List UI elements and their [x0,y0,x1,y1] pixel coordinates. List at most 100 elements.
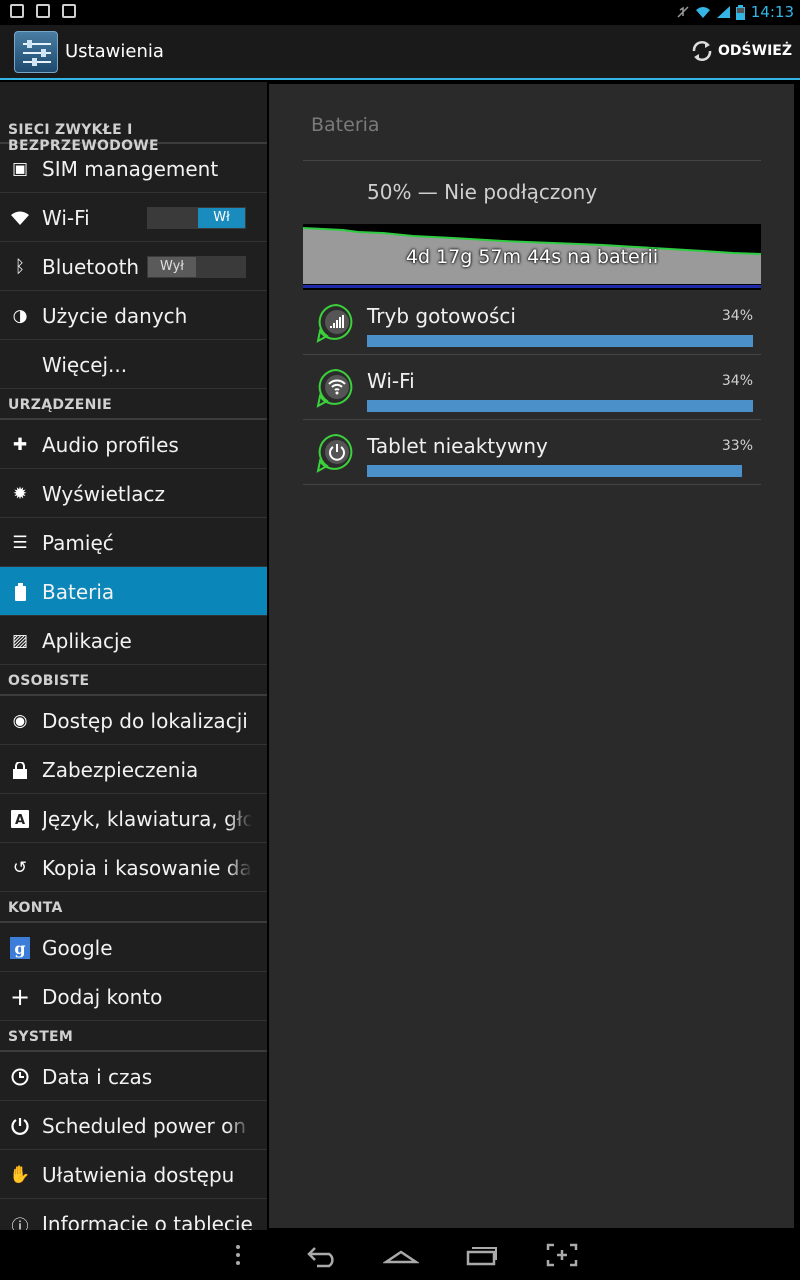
settings-app-icon[interactable] [14,31,58,73]
usage-item-wifi[interactable]: Wi-Fi 34% [303,355,761,420]
app-title: Ustawienia [65,41,164,62]
bluetooth-toggle[interactable]: Wył [147,256,246,278]
sidebar-item-backup[interactable]: ↺ Kopia i kasowanie danych [0,843,267,892]
sidebar-item-label: Data i czas [42,1065,153,1089]
system-nav-bar [0,1230,800,1280]
section-header-system: SYSTEM [0,1021,267,1052]
sidebar-item-display[interactable]: ✹ Wyświetlacz [0,469,267,518]
lock-icon [10,760,30,780]
sidebar-item-label: SIM management [42,157,219,181]
sidebar-item-google[interactable]: g Google [0,923,267,972]
toggle-state: Wył [148,257,196,277]
section-header-accounts: KONTA [0,892,267,923]
sidebar-item-security[interactable]: Zabezpieczenia [0,745,267,794]
info-icon: ⓘ [11,1216,29,1231]
wifi-icon [316,368,353,408]
section-header-personal: OSOBISTE [0,665,267,696]
sidebar-item-location[interactable]: ◉ Dostęp do lokalizacji [0,696,267,745]
apps-icon: ▨ [11,631,29,651]
usage-percent: 34% [721,373,753,389]
sidebar-item-data-usage[interactable]: ◑ Użycie danych [0,291,267,340]
recent-apps-icon[interactable] [465,1242,499,1268]
refresh-label: ODŚWIEŻ [718,43,792,59]
usage-label: Tablet nieaktywny [367,434,548,458]
wifi-icon [10,208,30,228]
clock-icon [10,1067,30,1087]
menu-icon[interactable] [232,1242,244,1268]
toggle-state: Wł [198,208,245,228]
usage-bar-track [367,335,753,347]
sidebar-item-label: Dodaj konto [42,985,163,1009]
hand-icon: ✋ [9,1165,31,1185]
sidebar-item-sim[interactable]: ▣ SIM management [0,144,267,193]
battery-pane: Bateria 50% — Nie podłączony 4d 17g 57m … [269,84,794,1228]
usage-label: Tryb gotowości [367,304,516,328]
sidebar-item-apps[interactable]: ▨ Aplikacje [0,616,267,665]
audio-icon: ✚ [12,435,28,455]
usage-item-idle[interactable]: Tablet nieaktywny 33% [303,420,761,485]
sidebar-item-language[interactable]: A Język, klawiatura, głos [0,794,267,843]
page-title: Bateria [311,114,380,136]
data-usage-icon: ◑ [12,306,28,326]
status-bar: 14:13 [0,0,800,25]
image-notification-icon [36,4,50,18]
bag-notification-icon [62,4,76,18]
sim-icon: ▣ [11,159,29,179]
svg-text:A: A [15,813,25,828]
usage-bar [367,400,753,412]
sidebar-item-add-account[interactable]: + Dodaj konto [0,972,267,1021]
section-header-device: URZĄDZENIE [0,389,267,420]
display-icon: ✹ [12,484,28,504]
wifi-toggle[interactable]: Wł [147,207,246,229]
usage-label: Wi-Fi [367,369,415,393]
sidebar-item-label: Aplikacje [42,629,132,653]
usage-bar-track [367,465,753,477]
sidebar-item-accessibility[interactable]: ✋ Ułatwienia dostępu [0,1150,267,1199]
screenshot-notification-icon [10,4,24,18]
sidebar-item-audio-profiles[interactable]: ✚ Audio profiles [0,420,267,469]
usage-percent: 33% [721,438,753,454]
sidebar-item-label: Pamięć [42,531,114,555]
bluetooth-icon: ᛒ [14,257,26,277]
usage-bar-track [367,400,753,412]
back-icon[interactable] [305,1242,339,1268]
usage-item-standby[interactable]: Tryb gotowości 34% [303,290,761,355]
signal-status-icon [716,6,730,18]
sidebar-item-label: Ułatwienia dostępu [42,1163,235,1187]
battery-history-graph[interactable]: 4d 17g 57m 44s na baterii [303,224,761,290]
sidebar-item-label: Dostęp do lokalizacji [42,709,248,733]
power-icon [316,433,353,473]
backup-icon: ↺ [12,858,28,878]
refresh-button[interactable]: ODŚWIEŻ [690,39,792,63]
sidebar-item-label: Zabezpieczenia [42,758,199,782]
screenshot-icon[interactable] [545,1242,579,1268]
wifi-status-icon [695,7,710,18]
svg-text:g: g [14,939,25,958]
battery-time-label: 4d 17g 57m 44s na baterii [405,246,659,268]
sidebar-item-date-time[interactable]: Data i czas [0,1052,267,1101]
sidebar-item-bluetooth[interactable]: ᛒ Bluetooth Wył [0,242,267,291]
sidebar-item-label: Scheduled power on & off [42,1114,252,1138]
sidebar-item-label: Bateria [42,580,115,604]
sidebar-item-storage[interactable]: ☰ Pamięć [0,518,267,567]
sidebar-item-scheduled-power[interactable]: Scheduled power on & off [0,1101,267,1150]
power-schedule-icon [10,1116,30,1136]
sidebar-item-about-tablet[interactable]: ⓘ Informacje o tablecie [0,1199,267,1230]
battery-status-icon [735,4,745,20]
storage-icon: ☰ [12,533,28,553]
sidebar-item-label: Google [42,936,113,960]
language-icon: A [10,809,30,829]
action-bar: Ustawienia ODŚWIEŻ [0,25,800,80]
home-icon[interactable] [383,1242,419,1268]
refresh-icon [692,41,712,61]
sidebar-item-more[interactable]: Więcej... [0,340,267,389]
clock: 14:13 [750,3,794,21]
sidebar-item-label: Użycie danych [42,304,188,328]
sidebar-item-label: Więcej... [42,353,128,377]
section-header-networks: SIECI ZWYKŁE I BEZPRZEWODOWE [0,82,267,154]
sidebar-item-wifi[interactable]: Wi-Fi Wł [0,193,267,242]
sidebar-item-label: Informacje o tablecie [42,1212,252,1230]
sidebar-item-label: Wyświetlacz [42,482,166,506]
usage-bar [367,465,742,477]
sidebar-item-battery[interactable]: Bateria [0,567,267,616]
